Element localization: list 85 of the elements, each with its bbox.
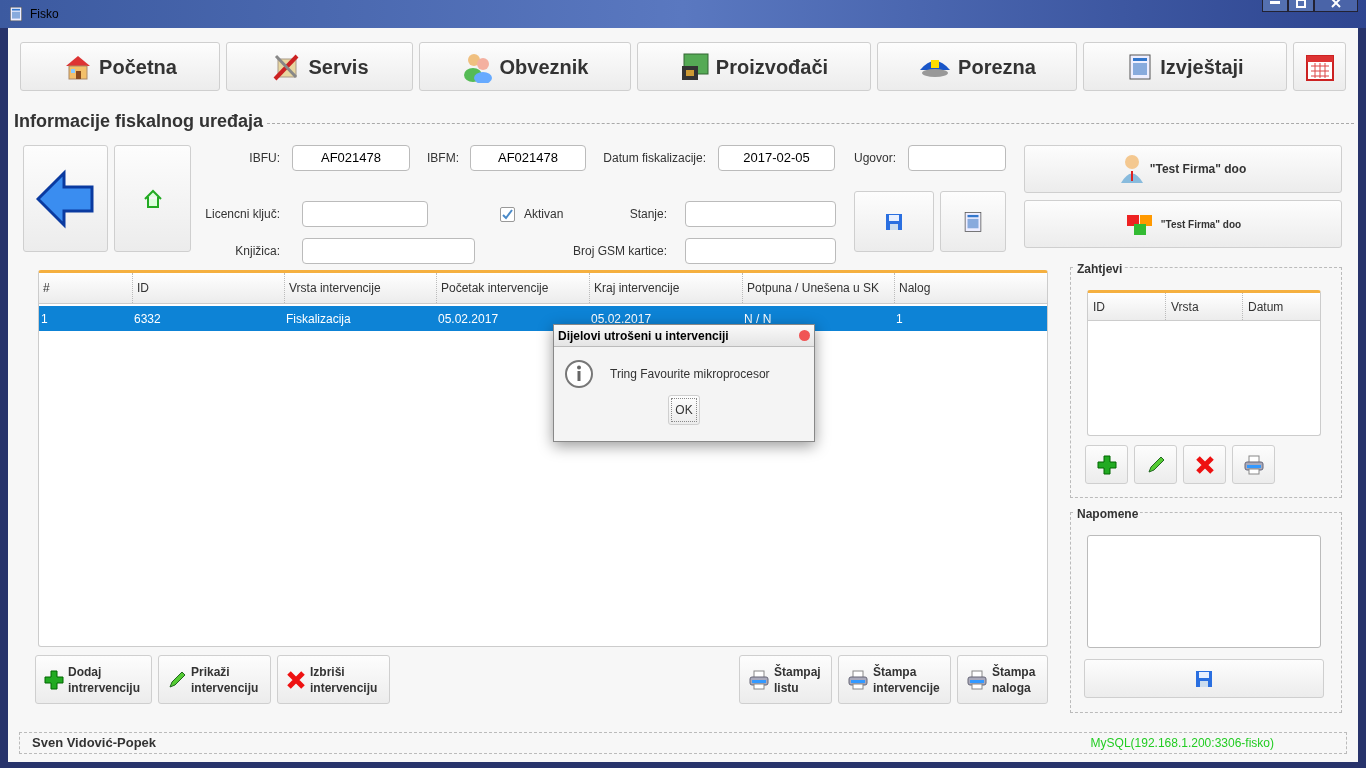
window-title: Fisko (30, 6, 59, 23)
nav-button[interactable]: Obveznik (419, 42, 631, 91)
column-header[interactable]: ID (132, 273, 284, 303)
table-cell-text: Fiskalizacija (286, 311, 351, 328)
field-label: IBFU: (249, 150, 280, 167)
print-button[interactable] (1232, 445, 1275, 484)
column-header[interactable]: Datum (1242, 293, 1319, 320)
text-field[interactable] (302, 201, 428, 227)
text-field[interactable]: AF021478 (292, 145, 410, 171)
edit-button[interactable] (1134, 445, 1177, 484)
field-label: IBFM: (427, 150, 459, 167)
table-row[interactable]: 1 6332 Fiskalizacija 05.02.2017 05.02.2017 N / N 1 (39, 306, 1047, 331)
column-header[interactable]: Vrsta intervencije (284, 273, 436, 303)
back-button[interactable] (23, 145, 108, 252)
save-button[interactable] (854, 191, 934, 252)
printer-icon (1242, 453, 1265, 476)
printer-icon (966, 668, 988, 691)
preview-button[interactable] (940, 191, 1006, 252)
text-field[interactable] (302, 238, 475, 264)
calendar-button[interactable] (1293, 42, 1346, 91)
column-header[interactable]: Potpuna / Unešena u SK (742, 273, 894, 303)
nav-button[interactable]: Izvještaji (1083, 42, 1287, 91)
column-header[interactable]: Nalog (894, 273, 1045, 303)
text-field[interactable] (685, 201, 836, 227)
chip-icon (679, 51, 710, 82)
field-label: Licencni ključ: (205, 206, 280, 223)
action-button[interactable]: Prikaži intervenciju (158, 655, 271, 704)
info-icon (564, 359, 594, 389)
text-field[interactable]: AF021478 (470, 145, 586, 171)
column-header[interactable]: ID (1088, 293, 1165, 320)
minimize-icon (1270, 1, 1280, 5)
field-label: Datum fiskalizacije: (603, 150, 706, 167)
text-field[interactable]: 2017-02-05 (718, 145, 835, 171)
print-button[interactable]: Štampaj listu (739, 655, 832, 704)
section-title: Informacije fiskalnog uređaja (14, 110, 264, 133)
maximize-icon (1296, 0, 1306, 8)
delete-button[interactable] (1183, 445, 1226, 484)
check-icon (502, 208, 513, 220)
left-arrow-icon (35, 168, 96, 229)
table-cell-text: N / N (744, 311, 772, 328)
user-name: Sven Vidović-Popek (32, 734, 157, 753)
person-icon (1119, 154, 1144, 184)
column-header[interactable]: Vrsta (1165, 293, 1242, 320)
add-button[interactable] (1085, 445, 1128, 484)
company-button[interactable]: "Test Firma" doo (1024, 145, 1342, 193)
connection-status: MySQL(192.168.1.200:3306-fisko) (1090, 735, 1274, 752)
printer-icon (748, 668, 770, 691)
nav-button[interactable]: Proizvođači (637, 42, 871, 91)
company-button[interactable]: "Test Firma" doo (1024, 200, 1342, 248)
table-cell-text: 6332 (134, 311, 161, 328)
table-cell-text: 1 (41, 311, 48, 328)
text-field[interactable] (685, 238, 836, 264)
field-label: Broj GSM kartice: (572, 243, 667, 260)
close-icon (1331, 0, 1341, 8)
table-cell-text: 05.02.2017 (591, 311, 652, 328)
column-header[interactable]: # (39, 273, 132, 303)
print-button[interactable]: Štampa naloga (957, 655, 1048, 704)
text-field[interactable] (908, 145, 1006, 171)
nav-button[interactable]: Početna (20, 42, 220, 91)
pencil-icon (1145, 454, 1166, 475)
delete-icon (286, 669, 306, 690)
plus-icon (1096, 454, 1117, 475)
document-icon (962, 210, 984, 233)
column-header[interactable]: Početak intervencije (436, 273, 589, 303)
house-icon (142, 188, 163, 209)
print-button[interactable]: Štampa intervencije (838, 655, 951, 704)
nav-button[interactable]: Servis (226, 42, 413, 91)
column-header[interactable]: Kraj intervencije (589, 273, 742, 303)
field-label: Ugovor: (853, 150, 896, 167)
field-label: Stanje: (629, 206, 667, 223)
plus-icon (44, 669, 64, 690)
action-button[interactable]: Izbriši intervenciju (277, 655, 390, 704)
nav-button[interactable]: Porezna (877, 42, 1077, 91)
printer-icon (847, 668, 869, 691)
checkbox-label: Aktivan (524, 206, 565, 223)
delete-icon (1194, 454, 1215, 475)
table-cell-text: 05.02.2017 (438, 311, 499, 328)
checkbox[interactable] (500, 206, 515, 222)
dialog-message: Tring Favourite mikroprocesor (610, 366, 770, 383)
ok-button[interactable]: OK (668, 395, 700, 425)
notes-text-area[interactable] (1087, 535, 1321, 648)
pencil-icon (167, 669, 187, 690)
field-label: Knjižica: (235, 243, 280, 260)
table-cell-text: 1 (896, 311, 903, 328)
action-button[interactable]: Dodaj intrervenciju (35, 655, 152, 704)
